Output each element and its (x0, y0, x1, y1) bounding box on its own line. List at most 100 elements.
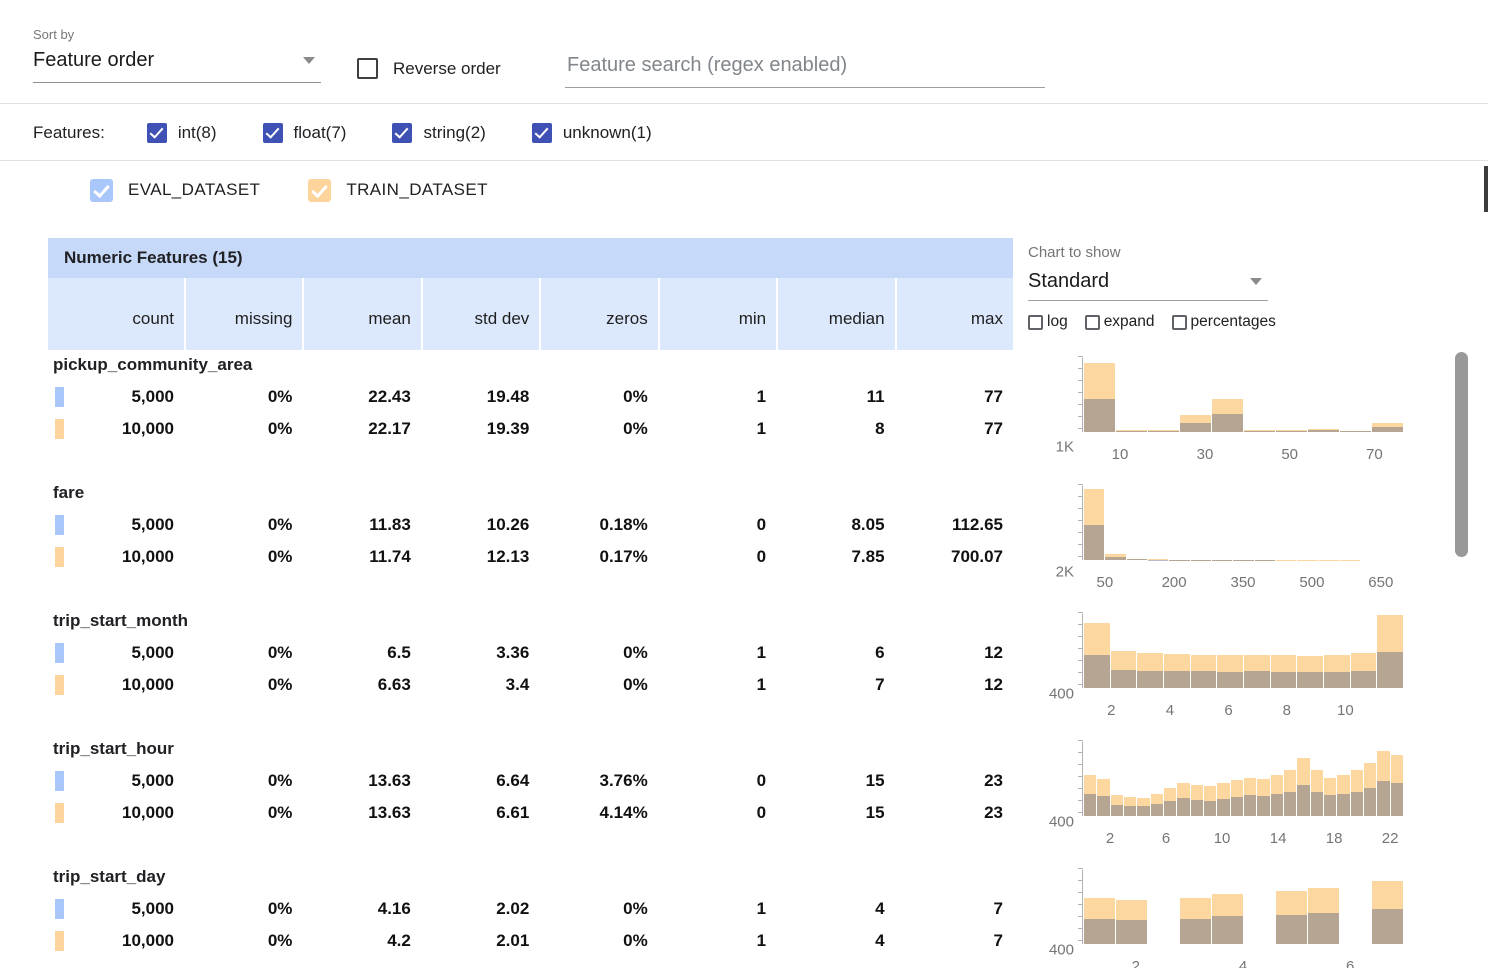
histogram-bucket (1340, 358, 1372, 432)
stat-cell: 0% (186, 381, 302, 413)
histogram-bar (1276, 431, 1307, 432)
feature-search-input[interactable] (565, 48, 1045, 88)
stat-cell: 0% (186, 765, 302, 797)
filter-unknown[interactable]: unknown(1) (532, 123, 652, 143)
stat-value: 5,000 (131, 515, 174, 534)
stat-value: 0.17% (600, 547, 648, 566)
histogram-bucket (1164, 742, 1177, 816)
histogram-bar (1364, 788, 1376, 816)
stat-value: 0% (268, 931, 293, 950)
stat-cell: 8.05 (778, 509, 894, 541)
stat-value: 112.65 (952, 515, 1003, 534)
histogram-bar (1217, 799, 1229, 816)
stat-value: 0 (757, 547, 766, 566)
string-checkbox[interactable] (392, 123, 412, 143)
stat-value: 0% (623, 931, 648, 950)
histogram-bucket (1212, 486, 1233, 560)
column-header-zeros: zeros (541, 278, 657, 350)
x-axis-ticks: 10305070 (1082, 446, 1404, 466)
toggle-expand[interactable]: expand (1085, 313, 1155, 331)
histogram-bar (1217, 672, 1243, 688)
stat-value: 23 (984, 771, 1003, 790)
histogram-bucket (1308, 358, 1340, 432)
stats-row: 10,000 0% 6.63 3.4 0% 1 7 12 (48, 669, 1013, 701)
stat-value: 13.63 (368, 803, 411, 822)
histogram-bar (1212, 916, 1243, 944)
eval-dataset-checkbox[interactable] (90, 179, 113, 202)
filter-string[interactable]: string(2) (392, 123, 485, 143)
stat-cell: 2.02 (423, 893, 539, 925)
histogram-bucket (1319, 486, 1340, 560)
histogram-bar (1084, 794, 1096, 816)
histogram-bar (1084, 399, 1115, 432)
histogram-bucket (1148, 358, 1180, 432)
x-axis-ticks: 246810 (1082, 702, 1404, 722)
toggle-percentages[interactable]: percentages (1172, 313, 1276, 331)
reverse-order-group: Reverse order (357, 58, 501, 79)
filter-int[interactable]: int(8) (147, 123, 217, 143)
histogram-bucket (1084, 614, 1111, 688)
dataset-marker (55, 547, 64, 567)
stat-cell: 0% (541, 637, 657, 669)
stat-cell: 0 (660, 765, 776, 797)
histogram-bucket (1308, 870, 1340, 944)
stat-value: 10,000 (122, 547, 174, 566)
histogram-bar (1271, 672, 1297, 688)
stat-value: 4 (875, 931, 884, 950)
histogram-bar (1084, 525, 1104, 560)
toggle-log[interactable]: log (1028, 313, 1068, 331)
stat-value: 0% (623, 387, 648, 406)
histogram-bucket (1191, 742, 1204, 816)
histogram-bar (1377, 652, 1403, 688)
stat-cell: 0 (660, 509, 776, 541)
chart-type-select[interactable]: Standard (1028, 261, 1268, 301)
table-scrollbar-thumb[interactable] (1455, 352, 1468, 557)
feature-block: trip_start_month 5,000 0% 6.5 3.36 0% 1 … (0, 606, 1450, 734)
dataset-marker (55, 803, 64, 823)
y-axis-ticks-icon (1078, 356, 1083, 432)
int-checkbox[interactable] (147, 123, 167, 143)
sort-by-select[interactable]: Feature order (33, 42, 321, 83)
x-tick-label: 50 (1281, 446, 1298, 463)
stat-cell: 0% (541, 669, 657, 701)
histogram-bucket (1297, 742, 1310, 816)
unknown-checkbox[interactable] (532, 123, 552, 143)
stat-value: 15 (866, 803, 885, 822)
histogram-bucket (1276, 358, 1308, 432)
string-label: string(2) (423, 123, 485, 143)
histogram-bucket (1164, 614, 1191, 688)
histogram-plot-wrap: 246 (1082, 870, 1404, 968)
train-dataset-checkbox[interactable] (308, 179, 331, 202)
histogram-bars (1084, 486, 1404, 560)
stat-value: 15 (866, 771, 885, 790)
stat-value: 2.02 (496, 899, 529, 918)
histogram-bucket (1257, 742, 1270, 816)
stat-value: 4 (875, 899, 884, 918)
histogram-bucket (1324, 742, 1337, 816)
histogram-plot-wrap: 10305070 (1082, 358, 1404, 466)
histogram-bar (1340, 431, 1371, 432)
float-checkbox[interactable] (263, 123, 283, 143)
stat-value: 8 (875, 419, 884, 438)
column-header-count: count (48, 278, 184, 350)
reverse-order-checkbox[interactable] (357, 58, 378, 79)
filter-float[interactable]: float(7) (263, 123, 347, 143)
x-tick-label: 6 (1224, 702, 1232, 719)
stat-value: 8.05 (851, 515, 884, 534)
stat-cell: 3.76% (541, 765, 657, 797)
expand-checkbox[interactable] (1085, 315, 1100, 330)
histogram-plot (1082, 870, 1404, 944)
feature-list: pickup_community_area 5,000 0% 22.43 19.… (0, 350, 1450, 968)
feature-block: fare 5,000 0% 11.83 10.26 0.18% 0 8.05 1… (0, 478, 1450, 606)
stat-cell: 4.16 (304, 893, 420, 925)
histogram-bucket (1372, 358, 1404, 432)
percentages-checkbox[interactable] (1172, 315, 1187, 330)
histogram-plot (1082, 614, 1404, 688)
feature-histogram: 400 2610141822 (1032, 742, 1404, 850)
dataset-marker (55, 419, 64, 439)
log-checkbox[interactable] (1028, 315, 1043, 330)
stat-value: 0% (268, 803, 293, 822)
page-scrollbar-thumb[interactable] (1484, 166, 1488, 212)
stat-value: 77 (984, 419, 1003, 438)
histogram-bucket (1231, 742, 1244, 816)
